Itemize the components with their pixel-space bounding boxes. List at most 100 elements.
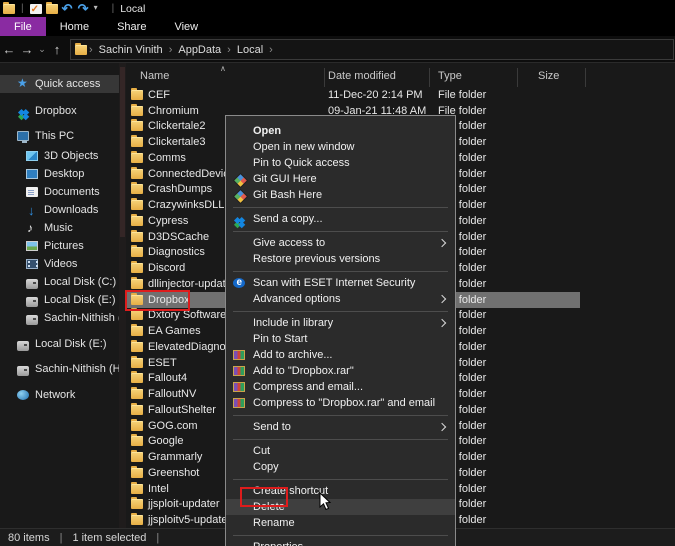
git-icon [233, 174, 245, 184]
file-name: CEF [148, 88, 170, 101]
menu-item-open-in-new-window[interactable]: Open in new window [226, 139, 455, 155]
ribbon-tab-view[interactable]: View [160, 17, 212, 36]
menu-item-include-in-library[interactable]: Include in library [226, 315, 455, 331]
menu-item-pin-to-quick-access[interactable]: Pin to Quick access [226, 155, 455, 171]
column-header-date[interactable]: Date modified [328, 70, 396, 82]
menu-item-git-bash-here[interactable]: Git Bash Here [226, 187, 455, 203]
folder-icon [131, 150, 143, 163]
menu-item-give-access-to[interactable]: Give access to [226, 235, 455, 251]
ribbon-tab-share[interactable]: Share [103, 17, 160, 36]
sidebar-item-local-disk-c-[interactable]: Local Disk (C:) [0, 273, 119, 291]
sidebar-item-3d-objects[interactable]: 3D Objects [0, 147, 119, 165]
desktop-icon [26, 169, 38, 179]
back-button[interactable]: ← [0, 42, 18, 57]
file-name: FalloutNV [148, 388, 197, 401]
menu-item-rename[interactable]: Rename [226, 515, 455, 531]
ribbon-tab-file[interactable]: File [0, 17, 46, 36]
app-folder-icon [3, 1, 15, 14]
sidebar-item-local-disk-e-[interactable]: Local Disk (E:) [0, 335, 119, 353]
column-divider[interactable] [429, 68, 430, 87]
sidebar-item-local-disk-e-[interactable]: Local Disk (E:) [0, 291, 119, 309]
sidebar-item-network[interactable]: Network [0, 386, 119, 404]
selected-count: 1 item selected [72, 531, 147, 544]
menu-item-send-a-copy-[interactable]: Send a copy... [226, 211, 455, 227]
breadcrumb-segment[interactable]: Local [233, 44, 267, 56]
file-row-cef[interactable]: CEF 11-Dec-20 2:14 PM File folder [126, 87, 675, 103]
properties-icon[interactable] [29, 3, 42, 15]
file-name: Chromium [148, 104, 199, 117]
column-divider[interactable] [517, 68, 518, 87]
menu-item-label: Add to "Dropbox.rar" [253, 365, 354, 377]
sidebar-item-sachin-nithish-h-[interactable]: Sachin-Nithish (H:) [0, 360, 119, 378]
sidebar-item-sachin-nithish-h-[interactable]: Sachin-Nithish (H:) [0, 309, 119, 327]
submenu-arrow-icon [437, 422, 447, 432]
column-header-type[interactable]: Type [438, 70, 462, 82]
menu-item-restore-previous-versions[interactable]: Restore previous versions [226, 251, 455, 267]
git-icon [233, 190, 245, 200]
folder-icon [131, 135, 143, 148]
recent-locations-chevron[interactable]: ⌄ [36, 44, 48, 55]
sidebar-item-music[interactable]: Music [0, 219, 119, 237]
undo-icon[interactable] [62, 1, 74, 17]
menu-item-cut[interactable]: Cut [226, 443, 455, 459]
forward-button[interactable]: → [18, 42, 36, 57]
menu-item-open[interactable]: Open [226, 123, 455, 139]
breadcrumb-segment[interactable]: Sachin Vinith [95, 44, 167, 56]
sidebar-item-dropbox[interactable]: Dropbox [0, 102, 119, 120]
disk-icon [26, 279, 38, 289]
column-header-size[interactable]: Size [538, 70, 559, 82]
sidebar-item-quick-access[interactable]: Quick access [0, 75, 119, 93]
menu-item-advanced-options[interactable]: Advanced options [226, 291, 455, 307]
window-title: Local [120, 2, 146, 15]
sidebar-item-this-pc[interactable]: This PC [0, 127, 119, 145]
menu-item-pin-to-start[interactable]: Pin to Start [226, 331, 455, 347]
sidebar-item-videos[interactable]: Videos [0, 255, 119, 273]
sidebar-scrollbar-thumb[interactable] [120, 67, 125, 237]
menu-item-label: Open in new window [253, 141, 355, 153]
folder-icon [131, 481, 143, 494]
menu-item-add-to-archive-[interactable]: Add to archive... [226, 347, 455, 363]
document-icon [26, 187, 38, 197]
file-name: ESET [148, 356, 177, 369]
sidebar-item-pictures[interactable]: Pictures [0, 237, 119, 255]
ribbon-tab-home[interactable]: Home [46, 17, 103, 36]
menu-item-git-gui-here[interactable]: Git GUI Here [226, 171, 455, 187]
folder-icon [131, 513, 143, 526]
breadcrumb-segment[interactable]: AppData [174, 44, 225, 56]
column-header-name[interactable]: Name [140, 70, 169, 82]
menu-item-send-to[interactable]: Send to [226, 419, 455, 435]
breadcrumb[interactable]: › Sachin Vinith › AppData › Local › [70, 39, 674, 60]
breadcrumb-segments: › Sachin Vinith › AppData › Local › [87, 44, 275, 56]
menu-item-compress-and-email-[interactable]: Compress and email... [226, 379, 455, 395]
column-divider[interactable] [585, 68, 586, 87]
titlebar-divider: | [21, 3, 24, 14]
sidebar-item-documents[interactable]: Documents [0, 183, 119, 201]
customize-toolbar-chevron-icon[interactable] [94, 3, 106, 14]
breadcrumb-chevron-icon: › [269, 43, 273, 56]
sidebar-item-desktop[interactable]: Desktop [0, 165, 119, 183]
menu-item-label: Open [253, 125, 282, 137]
column-divider[interactable] [324, 68, 325, 87]
menu-item-scan-with-eset-internet-security[interactable]: Scan with ESET Internet Security [226, 275, 455, 291]
dropbox-icon [17, 106, 29, 116]
menu-separator [233, 206, 448, 208]
menu-item-label: Send a copy... [253, 213, 323, 225]
breadcrumb-chevron-icon: › [168, 43, 173, 56]
redo-icon[interactable] [78, 1, 90, 17]
monitor-icon [17, 131, 29, 143]
file-name: FalloutShelter [148, 403, 216, 416]
menu-item-properties[interactable]: Properties [226, 539, 455, 546]
folder-icon [131, 103, 143, 116]
menu-item-compress-to-dropbox-rar-and-email[interactable]: Compress to "Dropbox.rar" and email [226, 395, 455, 411]
sidebar-item-label: Music [44, 222, 73, 234]
up-button[interactable]: ↑ [48, 42, 66, 57]
sidebar-item-label: Documents [44, 186, 100, 198]
sidebar-item-label: Desktop [44, 168, 85, 180]
sidebar-item-downloads[interactable]: Downloads [0, 201, 119, 219]
menu-item-copy[interactable]: Copy [226, 459, 455, 475]
menu-separator [233, 414, 448, 416]
new-folder-icon[interactable] [45, 1, 58, 14]
menu-item-label: Add to archive... [253, 349, 333, 361]
file-name: dllinjector-updater [148, 277, 236, 290]
menu-item-add-to-dropbox-rar-[interactable]: Add to "Dropbox.rar" [226, 363, 455, 379]
